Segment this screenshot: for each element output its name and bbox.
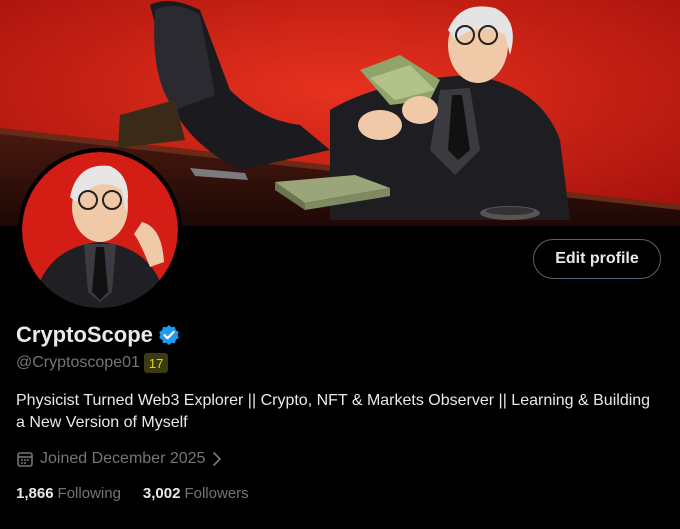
joined-date-row[interactable]: Joined December 2025: [16, 450, 223, 468]
display-name: CryptoScope: [16, 322, 153, 347]
profile-bio: Physicist Turned Web3 Explorer || Crypto…: [16, 392, 651, 431]
following-link[interactable]: 1,866 Following: [16, 485, 121, 502]
profile-avatar[interactable]: [18, 148, 182, 312]
user-handle: @Cryptoscope01: [16, 354, 140, 371]
chevron-right-icon: [211, 451, 223, 467]
followers-label: Followers: [184, 485, 249, 502]
handle-row: @Cryptoscope01 17: [16, 353, 169, 373]
level-badge: 17: [143, 353, 169, 373]
calendar-icon: [16, 450, 34, 468]
follow-stats: 1,866 Following 3,002 Followers: [16, 485, 249, 502]
following-count: 1,866: [16, 485, 54, 502]
name-row: CryptoScope: [16, 322, 180, 348]
followers-link[interactable]: 3,002 Followers: [143, 485, 249, 502]
joined-date: Joined December 2025: [40, 450, 206, 467]
edit-profile-button[interactable]: Edit profile: [533, 239, 661, 279]
following-label: Following: [57, 485, 121, 502]
avatar-image: [22, 152, 178, 308]
verified-checkmark-icon[interactable]: [158, 324, 180, 346]
followers-count: 3,002: [142, 485, 181, 502]
